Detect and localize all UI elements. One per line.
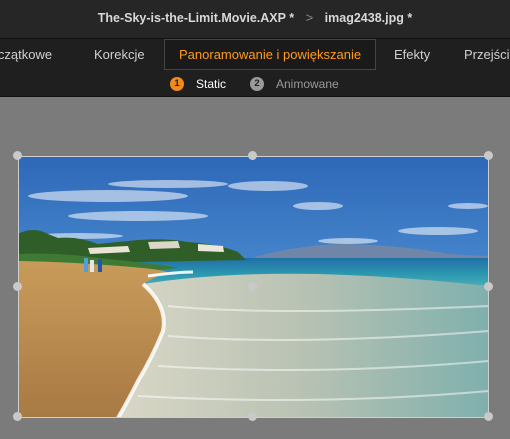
handle-bottom-middle[interactable] <box>248 412 257 421</box>
step-2-badge: 2 <box>250 76 264 91</box>
subtab-animowane-label: Animowane <box>276 76 339 91</box>
tab-korekcje[interactable]: Korekcje <box>94 39 145 70</box>
tab-efekty[interactable]: Efekty <box>394 39 430 70</box>
step-1-badge: 1 <box>170 76 184 91</box>
file-name: imag2438.jpg <box>324 10 404 25</box>
project-name: The-Sky-is-the-Limit.Movie.AXP <box>97 10 286 25</box>
project-modified-marker: * <box>289 10 295 25</box>
handle-middle-left[interactable] <box>13 282 22 291</box>
subtab-animowane[interactable]: 2 Animowane <box>250 75 339 91</box>
editor-tab-bar: Początkowe Korekcje Panoramowanie i powi… <box>0 39 510 70</box>
handle-top-left[interactable] <box>13 151 22 160</box>
handle-middle-right[interactable] <box>484 282 493 291</box>
breadcrumb-separator-icon: > <box>305 10 314 26</box>
handle-top-right[interactable] <box>484 151 493 160</box>
mode-switch: 1 Static 2 Animowane <box>0 70 510 97</box>
subtab-static-label: Static <box>196 76 227 91</box>
subtab-static[interactable]: 1 Static <box>170 75 226 91</box>
handle-top-middle[interactable] <box>248 151 257 160</box>
tab-przejscia[interactable]: Przejścia <box>464 39 510 70</box>
file-modified-marker: * <box>407 10 413 25</box>
handle-bottom-left[interactable] <box>13 412 22 421</box>
title-bar: The-Sky-is-the-Limit.Movie.AXP * > imag2… <box>0 0 510 39</box>
breadcrumb-file[interactable]: imag2438.jpg * <box>325 11 413 25</box>
handle-bottom-right[interactable] <box>484 412 493 421</box>
tab-panoramowanie[interactable]: Panoramowanie i powiększanie <box>164 39 377 70</box>
tab-poczatkowe[interactable]: Początkowe <box>0 39 52 70</box>
breadcrumb-project[interactable]: The-Sky-is-the-Limit.Movie.AXP * <box>98 11 294 25</box>
breadcrumb: The-Sky-is-the-Limit.Movie.AXP * > imag2… <box>0 10 510 25</box>
handle-center[interactable] <box>248 282 257 291</box>
